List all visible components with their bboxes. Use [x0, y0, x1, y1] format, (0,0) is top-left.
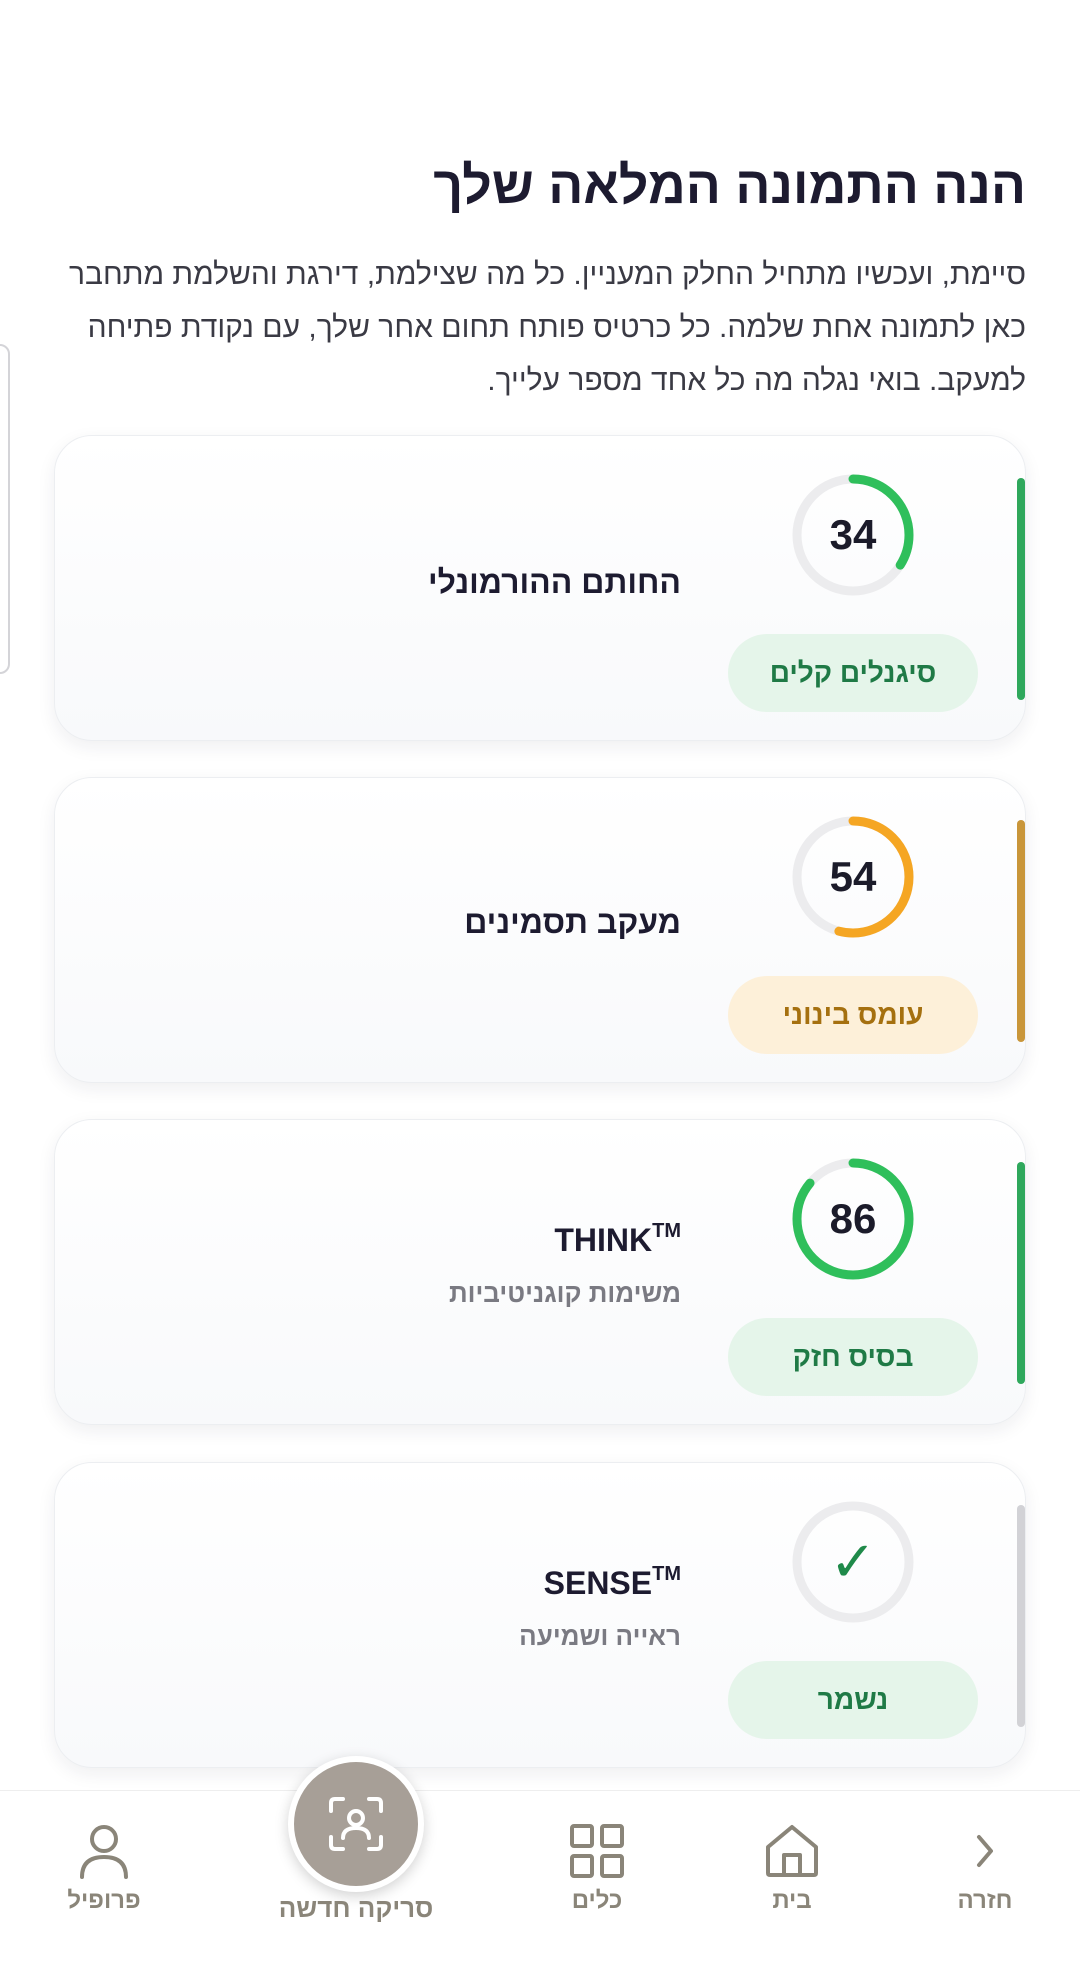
domain-card-symptoms[interactable]: 54 מעקב תסמינים עומס בינוני	[54, 777, 1026, 1083]
card-subtitle: משימות קוגניטיביות	[448, 1278, 681, 1308]
card-title: החותם ההורמונלי	[121, 564, 681, 601]
nav-tools[interactable]: כלים	[522, 1821, 672, 1931]
score-value: 34	[829, 511, 877, 558]
results-page: הנה התמונה המלאה שלך סיימת, ועכשיו מתחיל…	[0, 0, 1080, 1982]
card-title-text: THINKTM	[554, 1220, 681, 1258]
nav-label: בית	[772, 1887, 812, 1914]
card-title-main: THINK	[554, 1222, 653, 1258]
nav-back[interactable]: חזרה	[910, 1821, 1060, 1931]
score-value: 54	[829, 853, 877, 900]
card-title: THINKTM	[121, 1220, 681, 1259]
nav-label: חזרה	[957, 1887, 1013, 1914]
bottom-nav: חזרה בית כלים פרופיל	[0, 1790, 1080, 1982]
score-ring: ✓	[788, 1497, 918, 1627]
face-scan-icon	[329, 1797, 383, 1851]
score-ring: 86	[788, 1154, 918, 1284]
status-badge: נשמר	[728, 1661, 978, 1739]
side-drawer-handle[interactable]	[0, 344, 10, 674]
score-value: 86	[829, 1195, 877, 1242]
trademark-mark: TM	[652, 1220, 681, 1242]
status-badge: בסיס חזק	[728, 1318, 978, 1396]
status-badge: עומס בינוני	[728, 976, 978, 1054]
card-accent-bar	[1017, 1505, 1025, 1727]
domain-card-sense[interactable]: ✓ SENSETM ראייה ושמיעה נשמר	[54, 1462, 1026, 1768]
card-title: SENSETM	[121, 1563, 681, 1602]
grid-icon	[570, 1824, 624, 1878]
card-title: מעקב תסמינים	[121, 904, 681, 941]
user-icon	[80, 1825, 128, 1879]
score-ring: 54	[788, 812, 918, 942]
nav-label: כלים	[571, 1887, 623, 1914]
card-title-text: SENSETM	[543, 1563, 681, 1601]
card-title-main: SENSE	[543, 1565, 653, 1601]
trademark-mark: TM	[652, 1563, 681, 1585]
new-scan-label: סריקה חדשה	[278, 1893, 434, 1923]
nav-label: פרופיל	[67, 1887, 141, 1914]
card-accent-bar	[1017, 478, 1025, 700]
check-icon: ✓	[829, 1530, 877, 1593]
score-ring: 34	[788, 470, 918, 600]
nav-home[interactable]: בית	[717, 1821, 867, 1931]
domain-card-think[interactable]: 86 THINKTM משימות קוגניטיביות בסיס חזק	[54, 1119, 1026, 1425]
status-badge: סיגנלים קלים	[728, 634, 978, 712]
card-title-text: החותם ההורמונלי	[428, 564, 681, 600]
nav-profile[interactable]: פרופיל	[29, 1821, 179, 1931]
home-icon	[766, 1825, 818, 1877]
new-scan-button[interactable]	[288, 1756, 424, 1892]
card-accent-bar	[1017, 1162, 1025, 1384]
intro-text: סיימת, ועכשיו מתחיל החלק המעניין. כל מה …	[69, 258, 1026, 397]
card-subtitle: ראייה ושמיעה	[519, 1621, 681, 1651]
page-title: הנה התמונה המלאה שלך	[433, 157, 1026, 215]
card-title-text: מעקב תסמינים	[464, 904, 681, 940]
domain-card-hormonal[interactable]: 34 החותם ההורמונלי סיגנלים קלים	[54, 435, 1026, 741]
card-accent-bar	[1017, 820, 1025, 1042]
chevron-right-icon	[977, 1835, 993, 1867]
